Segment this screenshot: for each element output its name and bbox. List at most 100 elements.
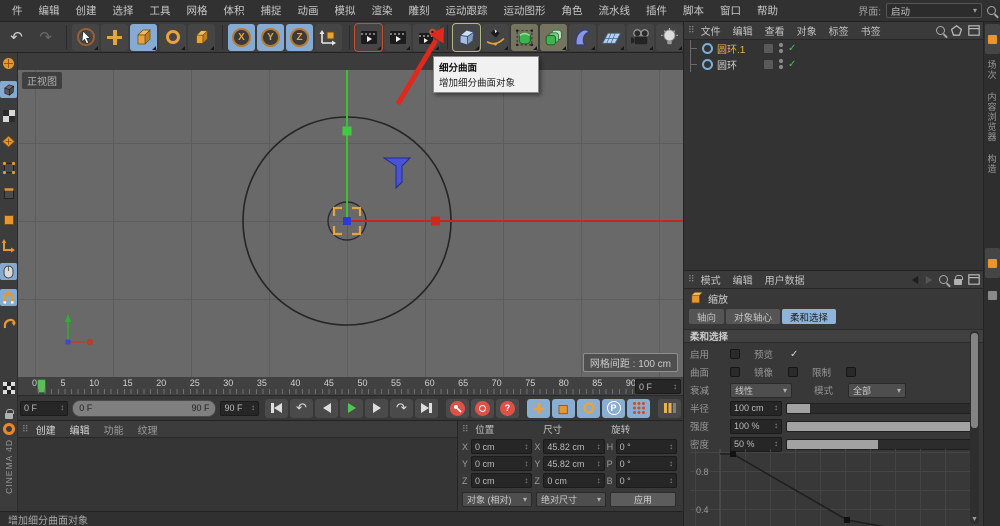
- stepper-icon[interactable]: ↕: [669, 442, 673, 451]
- curve-point[interactable]: [844, 517, 850, 523]
- rotation-h-field[interactable]: H0 ° ↕: [607, 439, 677, 454]
- add-subdivision-surface-button[interactable]: [511, 23, 538, 51]
- drag-handle-icon[interactable]: ⠿: [688, 25, 695, 36]
- object-row[interactable]: 圆环 ✓: [684, 56, 984, 72]
- play-forwards-button[interactable]: ↷: [390, 398, 413, 418]
- menu-item[interactable]: 运动图形: [496, 3, 554, 18]
- menu-item[interactable]: 工具: [142, 3, 179, 18]
- menu-item[interactable]: 捕捉: [253, 3, 290, 18]
- add-cube-button[interactable]: [452, 22, 481, 52]
- stepper-icon[interactable]: ↕: [60, 404, 64, 412]
- points-mode-button[interactable]: [0, 159, 17, 176]
- visibility-dots[interactable]: [779, 43, 783, 53]
- add-light-button[interactable]: [656, 23, 683, 51]
- stepper-icon[interactable]: ↕: [597, 476, 601, 485]
- texture-view-button[interactable]: [0, 379, 17, 396]
- workplane-mode-button[interactable]: [0, 133, 17, 150]
- menu-item[interactable]: 网格: [179, 3, 216, 18]
- position-x-field[interactable]: X0 cm ↕: [462, 439, 533, 454]
- menu-item[interactable]: 渲染: [364, 3, 401, 18]
- om-menu-objects[interactable]: 对象: [791, 23, 823, 38]
- add-instance-button[interactable]: [540, 23, 567, 51]
- layer-chip-icon[interactable]: [763, 58, 774, 70]
- scrollbar-thumb[interactable]: [971, 333, 978, 428]
- restrict-checkbox[interactable]: [846, 367, 856, 377]
- move-tool-button[interactable]: [101, 23, 128, 51]
- enabled-check-icon[interactable]: ✓: [788, 43, 796, 54]
- section-header-soft-selection[interactable]: 柔和选择: [684, 329, 984, 343]
- render-view-button[interactable]: [354, 22, 383, 52]
- attr-menu-edit[interactable]: 编辑: [727, 272, 759, 287]
- mirror-checkbox[interactable]: [788, 367, 798, 377]
- stepper-icon[interactable]: ↕: [524, 476, 528, 485]
- position-z-field[interactable]: Z0 cm ↕: [462, 473, 533, 488]
- texture-mode-button[interactable]: [0, 107, 17, 124]
- attr-menu-mode[interactable]: 模式: [695, 272, 727, 287]
- stepper-icon[interactable]: ↕: [251, 404, 255, 412]
- record-keyframe-button[interactable]: [446, 398, 469, 418]
- panel-layout-icon[interactable]: [968, 274, 980, 285]
- tab-takes[interactable]: 场次: [986, 54, 999, 86]
- lock-workplane-button[interactable]: [0, 315, 17, 332]
- search-icon[interactable]: [987, 6, 996, 15]
- interface-dropdown[interactable]: 启动 ▾: [886, 3, 982, 18]
- menu-item[interactable]: 模拟: [327, 3, 364, 18]
- size-x-field[interactable]: X 45.82 cm ↕: [534, 439, 605, 454]
- om-menu-edit[interactable]: 编辑: [727, 23, 759, 38]
- enable-axis-button[interactable]: [0, 237, 17, 254]
- frame-range-slider[interactable]: 0 F 90 F: [72, 399, 217, 417]
- coords-mode-dropdown[interactable]: 对象 (相对) ▾: [462, 492, 532, 507]
- object-name[interactable]: 圆环: [717, 57, 755, 72]
- goto-end-button[interactable]: [415, 398, 438, 418]
- lock-x-axis-button[interactable]: X: [228, 23, 255, 51]
- tab-layers[interactable]: [985, 280, 1000, 310]
- drag-handle-icon[interactable]: ⠿: [22, 424, 29, 435]
- y-axis-handle[interactable]: [342, 126, 352, 136]
- menu-item[interactable]: 流水线: [591, 3, 639, 18]
- slider-track[interactable]: [786, 438, 978, 450]
- enabled-check-icon[interactable]: ✓: [788, 59, 796, 70]
- tab-object-axis[interactable]: 对象轴心: [726, 309, 781, 324]
- lock-z-axis-button[interactable]: Z: [286, 23, 313, 51]
- menu-item[interactable]: 体积: [216, 3, 253, 18]
- position-y-field[interactable]: Y0 cm ↕: [462, 456, 533, 471]
- model-mode-button[interactable]: [0, 81, 17, 98]
- rotation-b-field[interactable]: B0 ° ↕: [607, 473, 677, 488]
- stepper-icon[interactable]: ↕: [669, 476, 673, 485]
- scroll-down-icon[interactable]: ▼: [971, 516, 978, 523]
- current-frame-field[interactable]: 0 F ↕: [635, 379, 681, 394]
- add-camera-button[interactable]: [627, 23, 654, 51]
- enable-snap-button[interactable]: [0, 289, 17, 306]
- material-menu-edit[interactable]: 编辑: [63, 422, 97, 437]
- z-axis-handle[interactable]: [382, 157, 412, 190]
- rotate-tool-button[interactable]: [159, 23, 186, 51]
- last-used-tool-button[interactable]: [188, 23, 215, 51]
- stepper-icon[interactable]: ↕: [524, 442, 528, 451]
- curve-point[interactable]: [730, 451, 736, 457]
- add-deformer-button[interactable]: [569, 23, 596, 51]
- om-menu-tags[interactable]: 标签: [823, 23, 855, 38]
- menu-item[interactable]: 件: [4, 3, 31, 18]
- goto-start-button[interactable]: [265, 398, 288, 418]
- live-selection-button[interactable]: [72, 23, 99, 51]
- add-environment-button[interactable]: [598, 23, 625, 51]
- object-origin[interactable]: [343, 217, 351, 225]
- stepper-icon[interactable]: ↕: [597, 459, 601, 468]
- previous-frame-button[interactable]: [315, 398, 338, 418]
- polygons-mode-button[interactable]: [0, 211, 17, 228]
- preview-check-icon[interactable]: ✓: [790, 349, 798, 360]
- record-scale-button[interactable]: [552, 398, 575, 418]
- render-settings-button[interactable]: [413, 23, 440, 51]
- render-region-button[interactable]: [384, 23, 411, 51]
- menu-item[interactable]: 角色: [554, 3, 591, 18]
- object-row[interactable]: 圆环.1 ✓: [684, 40, 984, 56]
- keyframe-selection-button[interactable]: [658, 398, 681, 418]
- drag-handle-icon[interactable]: ⠿: [688, 274, 695, 285]
- size-z-field[interactable]: Z0 cm ↕: [534, 473, 605, 488]
- rotation-p-field[interactable]: P0 ° ↕: [607, 456, 677, 471]
- coordinate-system-button[interactable]: [315, 23, 342, 51]
- coords-size-dropdown[interactable]: 绝对尺寸 ▾: [536, 492, 606, 507]
- tab-content-browser[interactable]: 内容浏览器: [986, 86, 999, 148]
- search-icon[interactable]: [939, 275, 948, 284]
- falloff-curve-editor[interactable]: 0.8 0.4: [690, 449, 970, 526]
